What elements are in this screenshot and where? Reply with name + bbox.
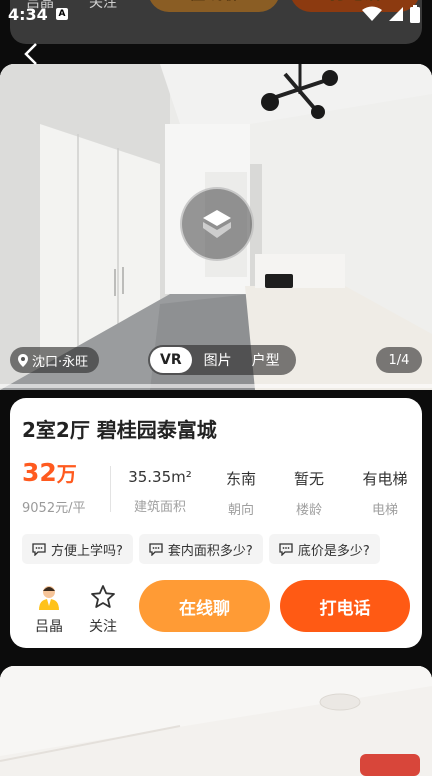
agent-avatar <box>39 586 59 610</box>
follow-label: 关注 <box>89 619 117 635</box>
stat-orientation: 东南 朝向 <box>216 468 266 518</box>
chat-bubble-icon <box>279 542 293 556</box>
tab-photos[interactable]: 图片 <box>196 350 240 370</box>
stat-area: 35.35m² 建筑面积 <box>120 468 200 515</box>
listing-photo[interactable]: 沈口·永旺 VR 图片 户型 1/4 <box>0 64 432 390</box>
question-chip-price[interactable]: 底价是多少? <box>268 534 380 564</box>
battery-icon <box>410 5 420 23</box>
status-icons <box>362 5 420 23</box>
price-value: 32 <box>22 458 57 487</box>
stat-elevator-value: 有电梯 <box>362 470 408 488</box>
background-follow-label: 关注 <box>89 0 117 11</box>
stat-age-label: 楼龄 <box>295 503 322 518</box>
online-chat-button[interactable]: 在线聊 <box>139 580 270 632</box>
stat-orientation-value: 东南 <box>225 470 256 488</box>
question-text: 底价是多少? <box>297 543 370 559</box>
stat-building-age: 暂无 楼龄 <box>284 468 334 518</box>
stat-elevator: 有电梯 电梯 <box>354 468 416 518</box>
stat-area-value: 35.35m² <box>128 468 192 486</box>
stat-area-label: 建筑面积 <box>133 500 186 515</box>
listing-title: 2室2厅 碧桂园泰富城 <box>22 418 217 442</box>
vr-button[interactable] <box>180 187 254 261</box>
chevron-left-icon <box>24 43 37 65</box>
unit-price: 9052元/平 <box>22 501 86 516</box>
back-button[interactable] <box>20 40 44 68</box>
star-icon <box>91 585 115 608</box>
tab-vr[interactable]: VR <box>150 347 192 373</box>
location-pin-icon <box>18 353 28 367</box>
total-price: 32万 <box>22 458 77 487</box>
status-time: 4:34 <box>8 5 48 24</box>
photo-divider <box>0 384 432 388</box>
listing-card: 2室2厅 碧桂园泰富城 32万 9052元/平 35.35m² 建筑面积 东南 … <box>10 398 422 648</box>
follow-button[interactable]: 关注 <box>88 584 118 636</box>
stat-elevator-label: 电梯 <box>371 503 398 518</box>
stats-divider <box>110 466 111 512</box>
agent-profile[interactable]: 吕晶 <box>34 584 64 636</box>
next-room-photo <box>0 666 432 776</box>
vr-cube-icon <box>203 210 231 238</box>
price-unit: 万 <box>56 462 77 486</box>
stat-orientation-label: 朝向 <box>227 503 254 518</box>
chat-bubble-icon <box>32 542 46 556</box>
question-text: 方便上学吗? <box>51 543 123 559</box>
photo-counter: 1/4 <box>376 347 422 373</box>
background-chat-button: 在线聊 <box>148 0 280 12</box>
background-card: 吕晶 关注 在线聊 打电话 <box>10 0 422 44</box>
next-listing-photo[interactable] <box>0 666 432 776</box>
signal-icon <box>389 7 403 21</box>
media-tabs: VR 图片 户型 <box>148 345 296 375</box>
agent-name: 吕晶 <box>35 619 63 635</box>
location-text: 沈口·永旺 <box>32 354 89 370</box>
call-button[interactable]: 打电话 <box>280 580 410 632</box>
question-chip-area[interactable]: 套内面积多少? <box>138 534 263 564</box>
wifi-icon <box>362 6 382 21</box>
notification-icon: A <box>56 8 68 20</box>
question-text: 套内面积多少? <box>167 543 253 559</box>
tab-floorplan[interactable]: 户型 <box>244 350 288 370</box>
quick-questions: 方便上学吗? 套内面积多少? 底价是多少? <box>22 534 380 564</box>
question-chip-school[interactable]: 方便上学吗? <box>22 534 133 564</box>
stat-age-value: 暂无 <box>293 470 324 488</box>
chat-bubble-icon <box>149 542 163 556</box>
location-pill[interactable]: 沈口·永旺 <box>10 347 100 373</box>
